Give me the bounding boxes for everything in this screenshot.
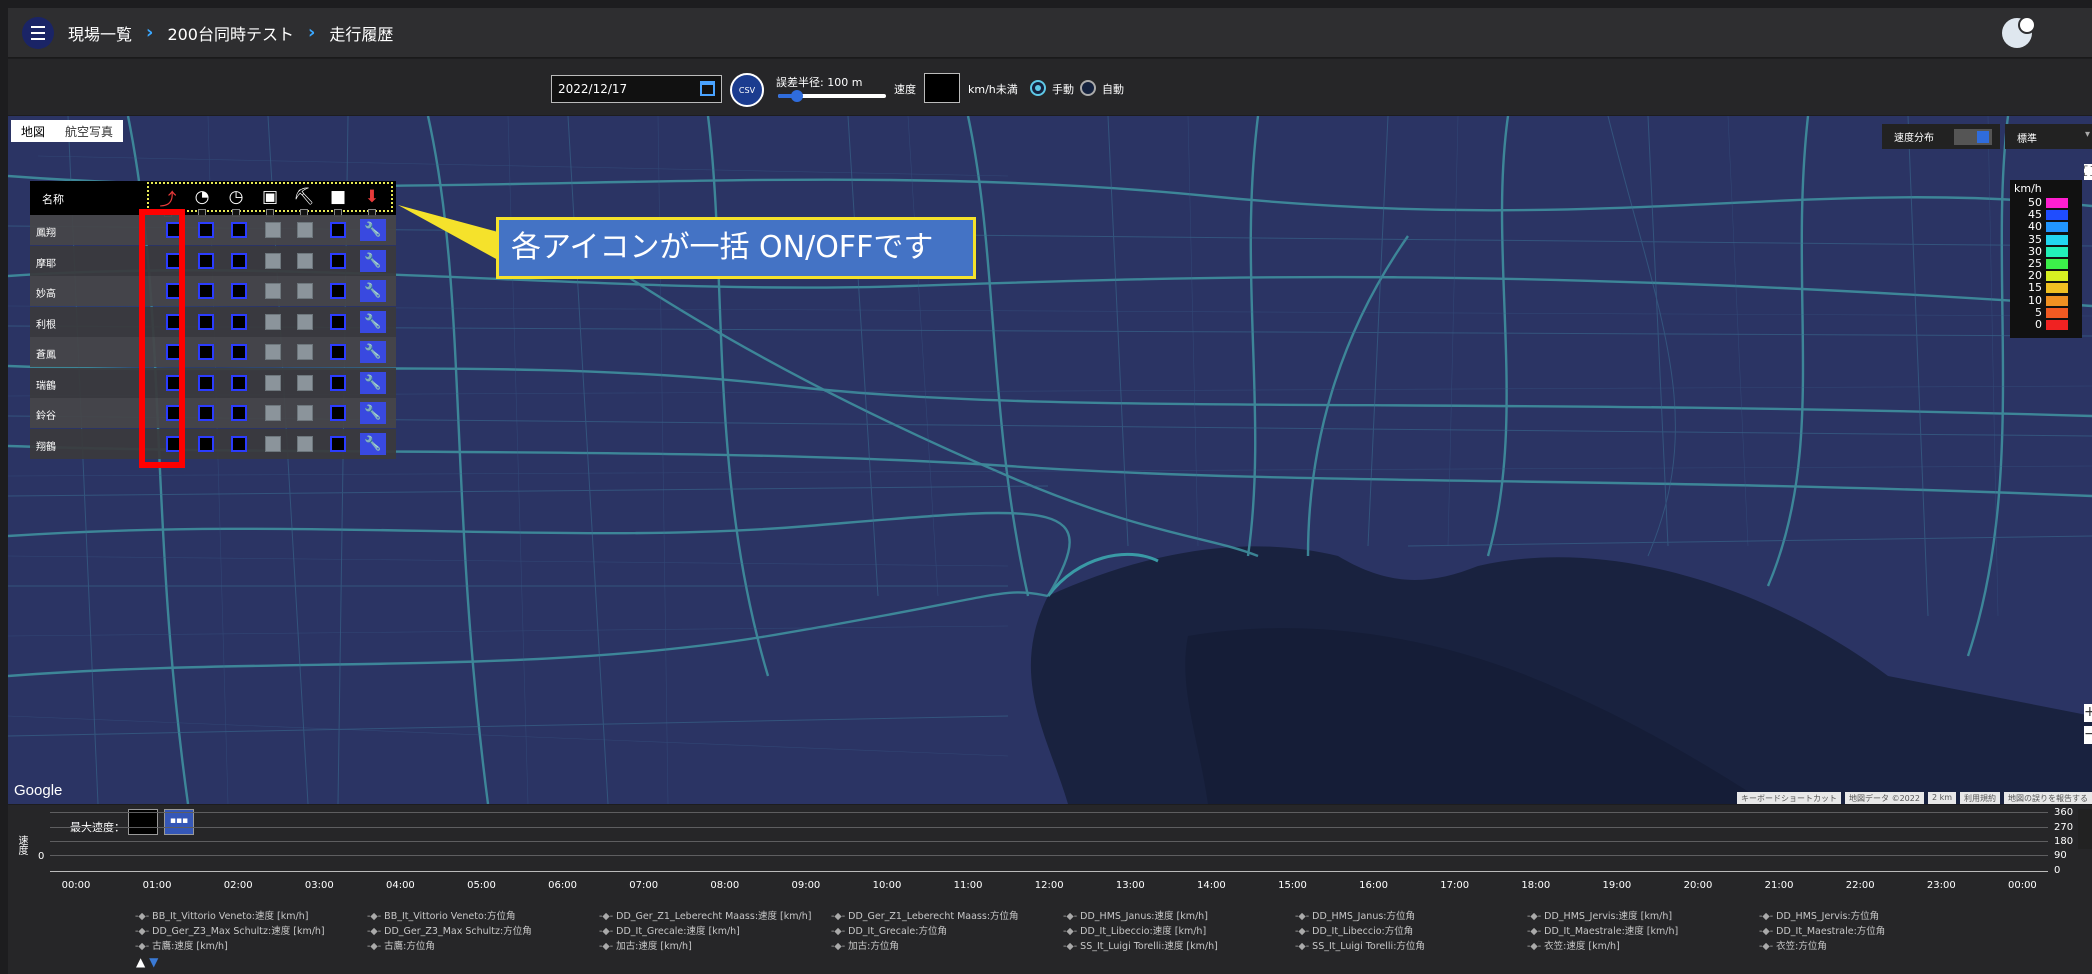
- x-tick-label: 01:00: [142, 880, 172, 891]
- x-tick-label: 23:00: [1926, 880, 1956, 891]
- x-tick-label: 11:00: [953, 880, 983, 891]
- x-tick-label: 08:00: [710, 880, 740, 891]
- x-tick-label: 03:00: [304, 880, 334, 891]
- right-tick: 0: [2054, 865, 2061, 876]
- x-tick-label: 00:00: [61, 880, 91, 891]
- series-legend-item[interactable]: DD_It_Maestrale:速度 [km/h]: [1527, 923, 1678, 937]
- x-tick-label: 18:00: [1521, 880, 1551, 891]
- app: 現場一覧 › 200台同時テスト › 走行履歴 2022/12/17 CSV 誤…: [0, 0, 2092, 974]
- series-legend-item[interactable]: DD_Ger_Z1_Leberecht Maass:速度 [km/h]: [599, 908, 811, 922]
- gridline: [50, 827, 2048, 828]
- pager-up-icon[interactable]: ▲: [136, 955, 145, 969]
- series-legend-item[interactable]: DD_Ger_Z3_Max Schultz:速度 [km/h]: [135, 923, 324, 937]
- x-tick-label: 16:00: [1359, 880, 1389, 891]
- x-tick-label: 17:00: [1440, 880, 1470, 891]
- gridline: [50, 812, 2048, 813]
- series-legend-item[interactable]: 加古:方位角: [831, 938, 899, 952]
- x-tick-label: 07:00: [629, 880, 659, 891]
- series-legend-item[interactable]: 加古:速度 [km/h]: [599, 938, 692, 952]
- x-tick-label: 19:00: [1602, 880, 1632, 891]
- right-tick: 90: [2054, 850, 2067, 861]
- x-tick-label: 22:00: [1845, 880, 1875, 891]
- series-legend-item[interactable]: 古鷹:方位角: [367, 938, 435, 952]
- right-tick: 360: [2054, 807, 2074, 818]
- x-tick-label: 02:00: [223, 880, 253, 891]
- series-legend-item[interactable]: SS_It_Luigi Torelli:速度 [km/h]: [1063, 938, 1218, 952]
- x-axis-line: [50, 871, 2048, 872]
- right-tick: 180: [2054, 836, 2074, 847]
- pager-down-icon[interactable]: ▼: [149, 955, 158, 969]
- series-legend-item[interactable]: DD_It_Grecale:方位角: [831, 923, 947, 937]
- x-tick-label: 15:00: [1278, 880, 1307, 891]
- x-tick-label: 10:00: [872, 880, 902, 891]
- gridline: [50, 841, 2048, 842]
- y-axis-zero: 0: [38, 851, 45, 862]
- series-legend-item[interactable]: DD_It_Libeccio:速度 [km/h]: [1063, 923, 1206, 937]
- series-legend-item[interactable]: DD_Ger_Z1_Leberecht Maass:方位角: [831, 908, 1018, 922]
- callout-annotation: 各アイコンが一括 ON/OFFです: [496, 217, 976, 279]
- x-tick-label: 21:00: [1764, 880, 1794, 891]
- series-legend-item[interactable]: 衣笠:速度 [km/h]: [1527, 938, 1620, 952]
- series-legend-item[interactable]: BB_It_Vittorio Veneto:速度 [km/h]: [135, 908, 308, 922]
- series-legend-item[interactable]: BB_It_Vittorio Veneto:方位角: [367, 908, 515, 922]
- timeline-chart: 最大速度： ▪▪▪ 速度 0 360 270 180 90 0 00:00 01:…: [8, 805, 2092, 974]
- series-legend-item[interactable]: DD_It_Maestrale:方位角: [1759, 923, 1885, 937]
- y-axis-label: 速度: [16, 835, 27, 855]
- series-legend-item[interactable]: SS_It_Luigi Torelli:方位角: [1295, 938, 1425, 952]
- series-legend-item[interactable]: DD_It_Grecale:速度 [km/h]: [599, 923, 740, 937]
- chart-menu-icon[interactable]: [2078, 809, 2092, 849]
- series-legend-item[interactable]: DD_HMS_Janus:方位角: [1295, 908, 1415, 922]
- x-tick-label: 05:00: [467, 880, 496, 891]
- x-tick-label: 04:00: [385, 880, 415, 891]
- gridline: [50, 855, 2048, 856]
- series-legend-item[interactable]: DD_HMS_Janus:速度 [km/h]: [1063, 908, 1208, 922]
- series-legend-item[interactable]: 古鷹:速度 [km/h]: [135, 938, 228, 952]
- series-legend-item[interactable]: DD_Ger_Z3_Max Schultz:方位角: [367, 923, 532, 937]
- x-tick-label: 09:00: [791, 880, 821, 891]
- series-legend-item[interactable]: DD_HMS_Jervis:速度 [km/h]: [1527, 908, 1672, 922]
- x-tick-label: 12:00: [1034, 880, 1064, 891]
- series-legend-item[interactable]: 衣笠:方位角: [1759, 938, 1827, 952]
- x-tick-label: 13:00: [1115, 880, 1145, 891]
- legend-pager: ▲ ▼: [136, 955, 158, 969]
- x-tick-label: 06:00: [548, 880, 578, 891]
- series-legend-item[interactable]: DD_It_Libeccio:方位角: [1295, 923, 1413, 937]
- right-tick: 270: [2054, 822, 2074, 833]
- x-tick-label: 20:00: [1683, 880, 1713, 891]
- x-tick-label: 14:00: [1196, 880, 1226, 891]
- series-legend-item[interactable]: DD_HMS_Jervis:方位角: [1759, 908, 1879, 922]
- x-tick-label: 00:00: [2007, 880, 2037, 891]
